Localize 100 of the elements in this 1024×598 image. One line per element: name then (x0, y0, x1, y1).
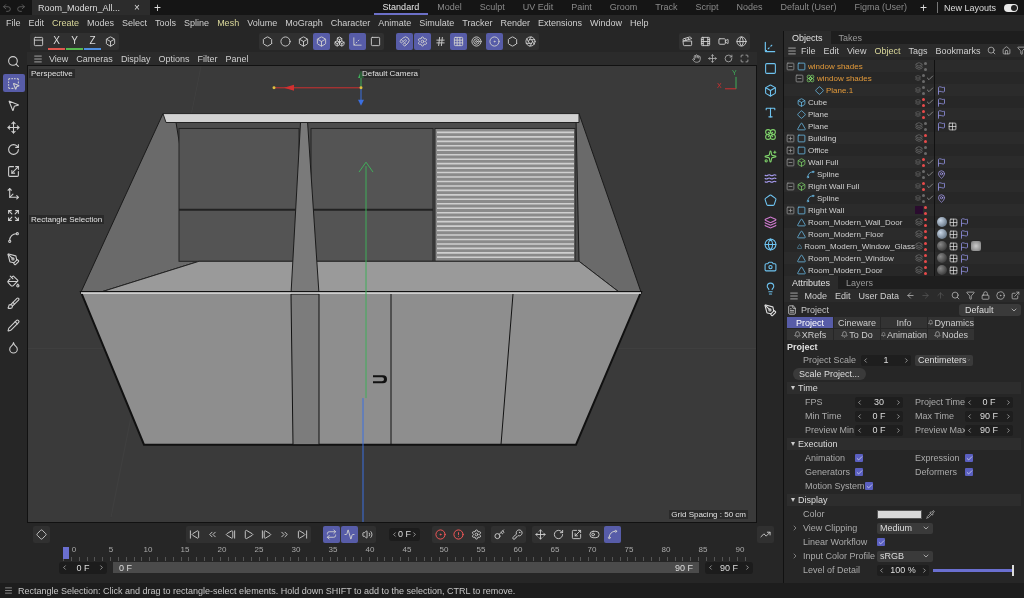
menu-item[interactable]: Bookmarks (931, 45, 985, 56)
number-field[interactable]: 0 F (855, 424, 903, 436)
menu-item[interactable]: Mode (800, 290, 831, 301)
menu-item[interactable]: Mesh (213, 18, 244, 28)
menu-item[interactable]: Tracker (458, 18, 497, 28)
menu-item[interactable]: File (797, 45, 820, 56)
menu-item[interactable]: View (843, 45, 871, 56)
attribute-tab[interactable]: Dynamics (928, 317, 974, 328)
layout-tab[interactable]: Model (428, 0, 471, 15)
add-layout-button[interactable]: + (915, 1, 931, 14)
attribute-tab[interactable]: Nodes (928, 329, 974, 340)
panel-tab[interactable]: Objects (784, 31, 831, 44)
number-field[interactable]: 0 F (855, 410, 903, 422)
menu-item[interactable]: Modes (83, 18, 119, 28)
dropdown[interactable]: sRGB (877, 550, 933, 562)
menu-item[interactable]: Volume (243, 18, 282, 28)
view-menu-item[interactable]: Panel (221, 53, 253, 64)
project-scale-field[interactable]: 1 (861, 354, 911, 366)
object-row[interactable]: window shades (784, 60, 1024, 72)
axis-lock-button[interactable]: Z (84, 33, 101, 50)
number-field[interactable]: 90 F (965, 424, 1013, 436)
menu-item[interactable]: User Data (854, 290, 903, 301)
frame-number: 0 (70, 545, 78, 556)
view-menu-item[interactable]: Options (154, 53, 194, 64)
layout-tab[interactable]: Paint (562, 0, 601, 15)
menu-item[interactable]: Render (496, 18, 534, 28)
number-field[interactable]: 30 (855, 396, 903, 408)
layout-tab[interactable]: Script (686, 0, 728, 15)
scale-project-button[interactable]: Scale Project... (793, 368, 866, 380)
panel-tab[interactable]: Takes (830, 31, 871, 44)
object-name: Spline (817, 193, 840, 203)
view-menu-item[interactable]: Cameras (72, 53, 117, 64)
menu-item[interactable]: Object (870, 45, 905, 56)
object-row[interactable]: Room_Modern_Window (784, 252, 1024, 264)
current-frame-field[interactable]: 0 F (389, 527, 420, 541)
object-row[interactable]: Right Wall Full (784, 180, 1024, 192)
start-frame-field[interactable]: 0 F (59, 561, 107, 574)
menu-item[interactable]: Character (326, 18, 375, 28)
view-menu-item[interactable]: View (45, 53, 73, 64)
menu-item[interactable]: Window (586, 18, 626, 28)
attribute-tab[interactable]: To Do (834, 329, 880, 340)
object-row[interactable]: Building (784, 132, 1024, 144)
camera-name-label[interactable]: Default Camera (360, 69, 421, 78)
close-tab-button[interactable]: × (130, 2, 144, 13)
field-label: Linear Workflow (803, 537, 869, 547)
attribute-tab[interactable]: Info (881, 317, 927, 328)
object-name: Room_Modern_Wall_Door (808, 217, 903, 227)
number-field[interactable]: 100 % (877, 564, 929, 576)
layout-tab[interactable]: Nodes (727, 0, 772, 15)
attribute-tab[interactable]: Animation (881, 329, 927, 340)
layout-tab[interactable]: Default (User) (771, 0, 846, 15)
attribute-tab[interactable]: Cineware (834, 317, 880, 328)
document-tab[interactable]: Room_Modern_All... × (32, 0, 150, 15)
number-field[interactable]: 90 F (965, 410, 1013, 422)
frame-number: 75 (624, 545, 634, 556)
menu-item[interactable]: Tools (151, 18, 181, 28)
object-row[interactable]: Right Wall (784, 204, 1024, 216)
new-tab-button[interactable]: + (149, 1, 165, 14)
preview-range-bar[interactable]: 0 F 90 F (113, 562, 699, 573)
menu-item[interactable]: Edit (24, 18, 49, 28)
axis-lock-button[interactable]: Y (66, 33, 83, 50)
menu-item[interactable]: Edit (830, 290, 855, 301)
number-field[interactable]: 0 F (965, 396, 1013, 408)
object-row[interactable]: Wall Full (784, 156, 1024, 168)
unit-dropdown[interactable]: Centimeters (915, 354, 973, 366)
end-frame-field[interactable]: 90 F (705, 561, 753, 574)
layout-tab[interactable]: Groom (600, 0, 647, 15)
menu-item[interactable]: Create (48, 18, 84, 28)
view-menu-item[interactable]: Filter (193, 53, 222, 64)
section-header[interactable]: Display (787, 494, 1021, 506)
menu-item[interactable]: File (2, 18, 25, 28)
section-header[interactable]: Execution (787, 438, 1021, 450)
object-row[interactable]: Room_Modern_Floor (784, 228, 1024, 240)
object-name: Spline (817, 169, 840, 179)
layout-tab[interactable]: Figma (User) (845, 0, 916, 15)
menu-item[interactable]: Animate (374, 18, 416, 28)
object-row[interactable]: Plane (784, 108, 1024, 120)
menu-item[interactable]: MoGraph (281, 18, 327, 28)
field-label: Color (803, 509, 826, 519)
dropdown[interactable]: Medium (877, 522, 933, 534)
preset-dropdown[interactable]: Default (959, 303, 1021, 316)
layout-tab[interactable]: Sculpt (470, 0, 514, 15)
timeline-ruler[interactable]: 0 5 10 15 20 25 30 35 40 45 50 55 60 65 70 75 80 85 90 (63, 545, 749, 561)
attribute-tab[interactable]: XRefs (787, 329, 833, 340)
object-row[interactable]: Plane.1 (784, 84, 1024, 96)
attribute-tab[interactable]: Project (787, 317, 833, 328)
layout-tab[interactable]: UV Edit (513, 0, 563, 15)
panel-tab[interactable]: Layers (838, 276, 882, 289)
axis-lock-button[interactable]: X (48, 33, 65, 50)
menu-item[interactable]: Help (626, 18, 653, 28)
menu-item[interactable]: Edit (819, 45, 844, 56)
panel-tab[interactable]: Attributes (784, 276, 839, 289)
view-menu-item[interactable]: Display (116, 53, 155, 64)
menu-item[interactable]: Select (118, 18, 152, 28)
menu-item[interactable]: Simulate (415, 18, 459, 28)
menu-item[interactable]: Extensions (533, 18, 586, 28)
menu-item[interactable]: Spline (180, 18, 214, 28)
menu-item[interactable]: Tags (904, 45, 932, 56)
section-header[interactable]: Time (787, 382, 1021, 394)
layout-tab[interactable]: Track (646, 0, 687, 15)
